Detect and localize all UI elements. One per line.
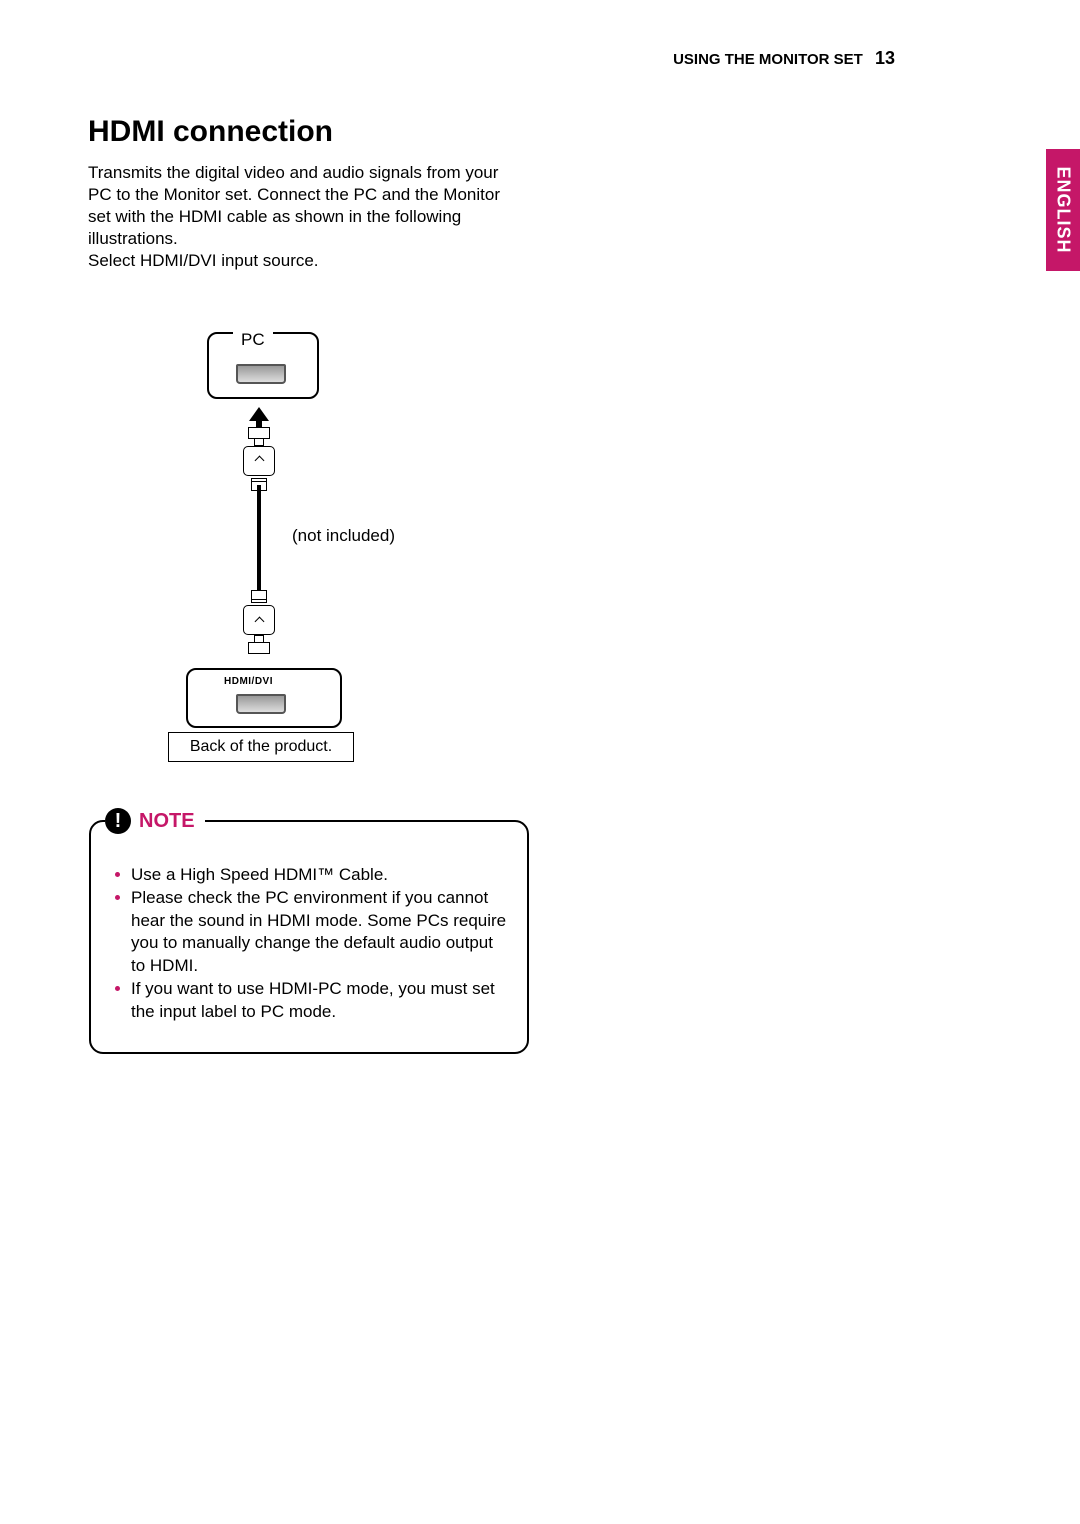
cable-note: (not included) [292,526,395,546]
hdmi-connector-bottom-icon [243,590,275,654]
hdmi-connector-top-icon [243,427,275,491]
hdmi-port-icon [236,364,286,384]
running-header: USING THE MONITOR SET 13 [673,48,895,69]
hdmi-dvi-port-icon [236,694,286,714]
page-number: 13 [875,48,895,68]
list-item: Use a High Speed HDMI™ Cable. [115,864,507,886]
language-tab: ENGLISH [1046,149,1080,271]
info-icon: ! [105,808,131,834]
manual-page: USING THE MONITOR SET 13 ENGLISH HDMI co… [0,0,1080,1524]
language-label: ENGLISH [1053,166,1074,253]
port-label: HDMI/DVI [224,676,273,687]
pc-label: PC [233,330,273,350]
page-title: HDMI connection [88,115,333,149]
list-item: If you want to use HDMI-PC mode, you mus… [115,978,507,1023]
arrow-up-icon [249,407,269,421]
note-heading: NOTE [139,810,195,833]
note-callout: ! NOTE Use a High Speed HDMI™ Cable. Ple… [89,820,529,1054]
intro-paragraph: Transmits the digital video and audio si… [88,162,508,272]
back-of-product-label: Back of the product. [168,732,354,762]
connection-diagram: PC (not included) HDMI/DVI Back of the p… [172,332,422,772]
section-title: USING THE MONITOR SET [673,51,863,68]
cable-line-icon [257,485,261,593]
note-list: Use a High Speed HDMI™ Cable. Please che… [115,864,507,1023]
list-item: Please check the PC environment if you c… [115,887,507,977]
